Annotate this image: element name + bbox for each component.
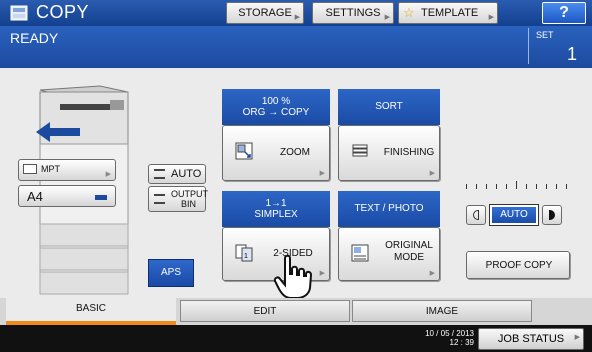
output-tray-icon: [154, 194, 165, 204]
set-label: SET: [536, 30, 554, 40]
arrow-icon: ▶: [319, 270, 325, 277]
output-arrow-icon: [36, 122, 80, 142]
date-text: 10 / 05 / 2013: [425, 329, 474, 338]
original-mode-setting: TEXT / PHOTO: [354, 203, 424, 214]
aps-button[interactable]: APS: [148, 259, 194, 287]
footer-bar: 10 / 05 / 2013 12 : 39 JOB STATUS ▶: [0, 325, 592, 352]
template-label: TEMPLATE: [421, 7, 479, 19]
arrow-icon: ▶: [105, 171, 111, 178]
lighter-icon: [473, 210, 479, 220]
job-status-button[interactable]: JOB STATUS ▶: [478, 328, 584, 350]
set-value: 1: [567, 44, 578, 64]
copy-icon: [10, 4, 28, 22]
aps-label: APS: [160, 267, 181, 278]
hand-cursor-icon: [273, 254, 313, 300]
zoom-icon: [235, 142, 253, 160]
two-sided-simplex: SIMPLEX: [254, 209, 298, 220]
arrow-icon: ▶: [294, 14, 300, 21]
datetime: 10 / 05 / 2013 12 : 39: [402, 329, 474, 347]
darker-icon: [549, 210, 555, 220]
star-icon: ☆: [403, 5, 415, 20]
output-bin-button[interactable]: OUTPUT BIN: [148, 186, 208, 212]
finishing-header: SORT: [338, 89, 440, 125]
tab-basic[interactable]: BASIC: [6, 298, 176, 325]
settings-button[interactable]: SETTINGS ▶: [312, 2, 394, 24]
density-darker-button[interactable]: [542, 205, 562, 225]
divider: [528, 28, 529, 64]
tray-a4-label: A4: [27, 189, 43, 204]
proof-copy-button[interactable]: PROOF COPY: [466, 251, 570, 279]
output-bin-line2: BIN: [181, 199, 197, 209]
status-header: READY SET 1: [0, 26, 592, 68]
density-auto-button[interactable]: AUTO: [489, 204, 539, 226]
auto-paper-button[interactable]: AUTO: [148, 164, 206, 184]
zoom-ratio: 100 %: [261, 96, 291, 107]
help-button[interactable]: ?: [542, 2, 586, 24]
app-title: COPY: [36, 2, 90, 22]
auto-label: AUTO: [171, 168, 202, 180]
status-text: READY: [10, 30, 59, 46]
two-sided-header: 1→1 SIMPLEX: [222, 191, 330, 227]
proof-copy-label: PROOF COPY: [485, 260, 553, 271]
tab-image-label: IMAGE: [425, 306, 459, 317]
help-label: ?: [559, 4, 569, 21]
finishing-sort: SORT: [375, 101, 403, 112]
template-button[interactable]: ☆ TEMPLATE ▶: [398, 2, 498, 24]
time-text: 12 : 39: [449, 338, 474, 347]
density-auto-label: AUTO: [500, 209, 528, 220]
arrow-icon: ▶: [429, 170, 435, 177]
arrow-icon: ▶: [384, 14, 390, 21]
arrow-icon: ▶: [488, 14, 494, 21]
tab-bar: BASIC EDIT IMAGE: [0, 298, 592, 325]
original-mode-header: TEXT / PHOTO: [338, 191, 440, 227]
output-bin-line1: OUTPUT: [171, 189, 208, 199]
tab-image[interactable]: IMAGE: [352, 300, 532, 322]
paper-stack-icon: [154, 169, 165, 179]
arrow-icon: ▶: [429, 270, 435, 277]
job-status-label: JOB STATUS: [497, 333, 565, 345]
tray-mpt-label: MPT: [41, 164, 60, 174]
main-panel: MPT ▶ A4 AUTO OUTPUT BIN APS 100 % ORG →…: [0, 68, 592, 300]
mpt-tray-icon: [23, 164, 37, 174]
two-sided-mode: 1→1: [265, 198, 287, 209]
zoom-button[interactable]: ZOOM ▶: [222, 125, 330, 181]
original-mode-button[interactable]: ORIGINAL MODE ▶: [338, 227, 440, 281]
arrow-icon: ▶: [574, 334, 580, 341]
tab-edit-label: EDIT: [253, 306, 277, 317]
original-mode-line1: ORIGINAL: [385, 240, 433, 251]
zoom-label: ZOOM: [280, 147, 310, 158]
storage-button[interactable]: STORAGE ▶: [226, 2, 304, 24]
zoom-header: 100 % ORG → COPY: [222, 89, 330, 125]
finishing-icon: [351, 142, 369, 160]
tab-edit[interactable]: EDIT: [180, 300, 350, 322]
zoom-org-copy: ORG → COPY: [242, 107, 310, 118]
density-scale: [466, 181, 570, 194]
tray-mpt-button[interactable]: MPT ▶: [18, 159, 116, 181]
arrow-icon: ▶: [319, 170, 325, 177]
tab-basic-label: BASIC: [75, 303, 106, 314]
finishing-button[interactable]: FINISHING ▶: [338, 125, 440, 181]
storage-label: STORAGE: [238, 7, 292, 19]
finishing-label: FINISHING: [383, 147, 435, 158]
two-sided-icon: 1: [235, 244, 253, 262]
original-mode-icon: [351, 244, 369, 262]
paper-level-icon: [95, 195, 107, 200]
svg-text:1: 1: [244, 253, 248, 260]
density-lighter-button[interactable]: [466, 205, 486, 225]
top-bar: COPY STORAGE ▶ SETTINGS ▶ ☆ TEMPLATE ▶ ?: [0, 0, 592, 26]
settings-label: SETTINGS: [325, 7, 381, 19]
tray-a4-button[interactable]: A4: [18, 185, 116, 207]
original-mode-line2: MODE: [394, 252, 424, 263]
